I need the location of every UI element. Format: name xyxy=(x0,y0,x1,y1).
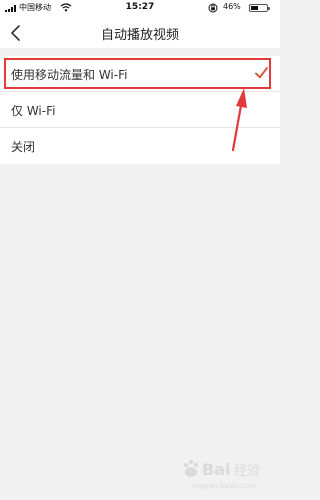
option-label: 使用移动流量和 Wi-Fi xyxy=(11,68,128,82)
option-label: 仅 Wi-Fi xyxy=(11,104,56,118)
option-off[interactable]: 关闭 xyxy=(0,128,280,164)
option-wifi-only[interactable]: 仅 Wi-Fi xyxy=(0,92,280,128)
baidu-jingyan-watermark: Bai 经验 jingyan.baidu.com xyxy=(183,459,260,490)
battery-icon xyxy=(249,4,270,12)
page-title: 自动播放视频 xyxy=(100,28,179,43)
orientation-lock-icon xyxy=(208,3,218,13)
svg-text:jingyan.baidu.com: jingyan.baidu.com xyxy=(191,482,257,490)
battery-percentage: 46% xyxy=(223,2,241,11)
checkmark-icon xyxy=(255,67,268,79)
svg-text:Bai: Bai xyxy=(202,460,230,479)
autoplay-options-list: 使用移动流量和 Wi-Fi 仅 Wi-Fi 关闭 xyxy=(0,56,280,164)
option-mobile-and-wifi[interactable]: 使用移动流量和 Wi-Fi xyxy=(0,56,280,92)
svg-text:经验: 经验 xyxy=(234,463,260,479)
navigation-bar: 自动播放视频 xyxy=(0,17,280,48)
status-bar: 中国移动 15:27 46% xyxy=(0,0,280,17)
option-label: 关闭 xyxy=(11,140,36,154)
